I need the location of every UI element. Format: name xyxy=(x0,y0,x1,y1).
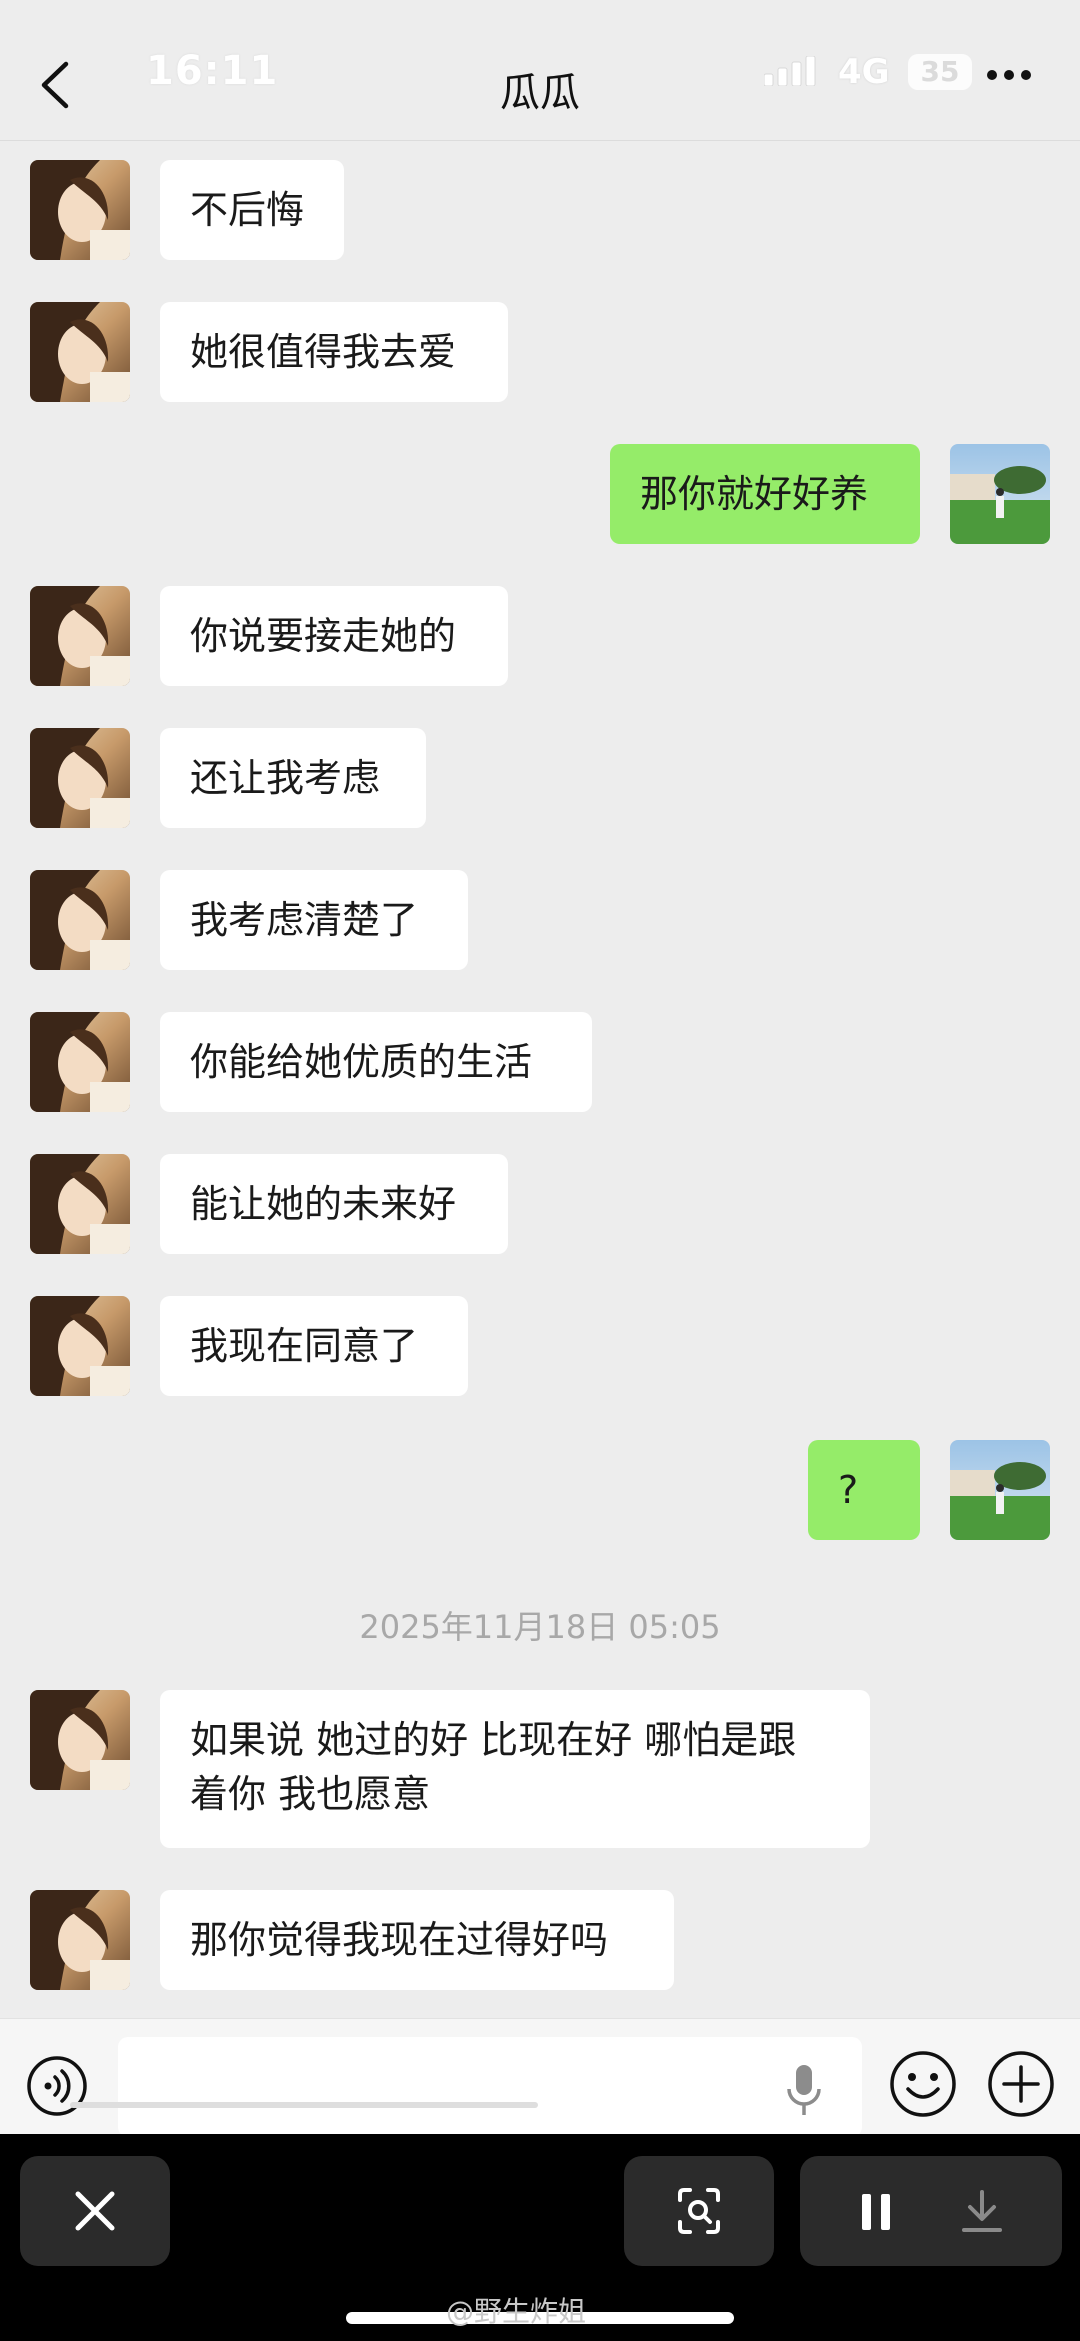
playback-controls xyxy=(800,2156,1062,2266)
contact-avatar[interactable] xyxy=(30,160,130,260)
girl-portrait-icon xyxy=(30,302,130,402)
top-bar: 16:11 瓜瓜 4G 35 xyxy=(0,0,1080,141)
message-bubble-incoming[interactable]: 我考虑清楚了 xyxy=(160,870,468,970)
girl-portrait-icon xyxy=(30,1890,130,1990)
message-text: 她很值得我去爱 xyxy=(190,330,457,374)
message-bubble-incoming[interactable]: 能让她的未来好 xyxy=(160,1154,508,1254)
download-icon[interactable] xyxy=(960,2188,1004,2234)
plus-icon[interactable] xyxy=(986,2049,1056,2119)
girl-portrait-icon xyxy=(30,1012,130,1112)
girl-portrait-icon xyxy=(30,870,130,970)
message-bubble-incoming[interactable]: 还让我考虑 xyxy=(160,728,426,828)
message-bubble-incoming[interactable]: 不后悔 xyxy=(160,160,344,260)
contact-avatar[interactable] xyxy=(30,1012,130,1112)
network-type: 4G xyxy=(838,52,890,92)
message-bubble-incoming[interactable]: 你说要接走她的 xyxy=(160,586,508,686)
contact-avatar[interactable] xyxy=(30,302,130,402)
close-icon xyxy=(75,2191,115,2231)
my-avatar[interactable] xyxy=(950,1440,1050,1540)
message-bubble-incoming[interactable]: 那你觉得我现在过得好吗 xyxy=(160,1890,674,1990)
message-bubble-incoming[interactable]: 你能给她优质的生活 xyxy=(160,1012,592,1112)
message-text: 那你就好好养 xyxy=(640,472,869,516)
message-text: 你能给她优质的生活 xyxy=(190,1040,533,1084)
girl-portrait-icon xyxy=(30,1296,130,1396)
contact-avatar[interactable] xyxy=(30,728,130,828)
girl-portrait-icon xyxy=(30,1690,130,1790)
close-button[interactable] xyxy=(20,2156,170,2266)
message-text: 能让她的未来好 xyxy=(190,1182,457,1226)
message-bubble-incoming[interactable]: 我现在同意了 xyxy=(160,1296,468,1396)
field-photo-icon xyxy=(950,444,1050,544)
battery-level: 35 xyxy=(920,55,960,88)
contact-avatar[interactable] xyxy=(30,1296,130,1396)
message-text: 你说要接走她的 xyxy=(190,614,457,658)
message-text: 不后悔 xyxy=(190,188,305,232)
microphone-icon[interactable] xyxy=(784,2061,824,2121)
field-photo-icon xyxy=(950,1440,1050,1540)
message-text: 我现在同意了 xyxy=(190,1324,419,1368)
message-text: ? xyxy=(838,1468,859,1512)
video-progress-bar[interactable] xyxy=(70,2102,538,2108)
scan-search-icon xyxy=(678,2188,720,2234)
message-text: 那你觉得我现在过得好吗 xyxy=(190,1918,609,1962)
girl-portrait-icon xyxy=(30,586,130,686)
contact-avatar[interactable] xyxy=(30,870,130,970)
input-bar xyxy=(0,2018,1080,2137)
contact-avatar[interactable] xyxy=(30,1890,130,1990)
message-bubble-incoming[interactable]: 如果说 她过的好 比现在好 哪怕是跟 着你 我也愿意 xyxy=(160,1690,870,1848)
chat-timestamp: 2025年11月18日 05:05 xyxy=(359,1608,721,1646)
emoji-icon[interactable] xyxy=(888,2049,958,2119)
watermark: @野生炸姐 xyxy=(446,2295,587,2328)
message-bubble-outgoing[interactable]: ? xyxy=(808,1440,920,1540)
message-bubble-incoming[interactable]: 她很值得我去爱 xyxy=(160,302,508,402)
message-text: 我考虑清楚了 xyxy=(190,898,419,942)
more-icon[interactable] xyxy=(986,66,1032,84)
girl-portrait-icon xyxy=(30,160,130,260)
signal-icon xyxy=(764,56,816,86)
pause-icon[interactable] xyxy=(856,2192,896,2232)
contact-avatar[interactable] xyxy=(30,1690,130,1790)
scan-button[interactable] xyxy=(624,2156,774,2266)
message-text-line: 如果说 她过的好 比现在好 哪怕是跟 xyxy=(190,1718,797,1762)
battery-icon: 35 xyxy=(908,54,972,90)
message-input[interactable] xyxy=(118,2037,862,2137)
contact-avatar[interactable] xyxy=(30,586,130,686)
message-bubble-outgoing[interactable]: 那你就好好养 xyxy=(610,444,920,544)
message-text: 还让我考虑 xyxy=(190,756,381,800)
contact-avatar[interactable] xyxy=(30,1154,130,1254)
girl-portrait-icon xyxy=(30,728,130,828)
girl-portrait-icon xyxy=(30,1154,130,1254)
message-text-line: 着你 我也愿意 xyxy=(190,1772,431,1816)
my-avatar[interactable] xyxy=(950,444,1050,544)
